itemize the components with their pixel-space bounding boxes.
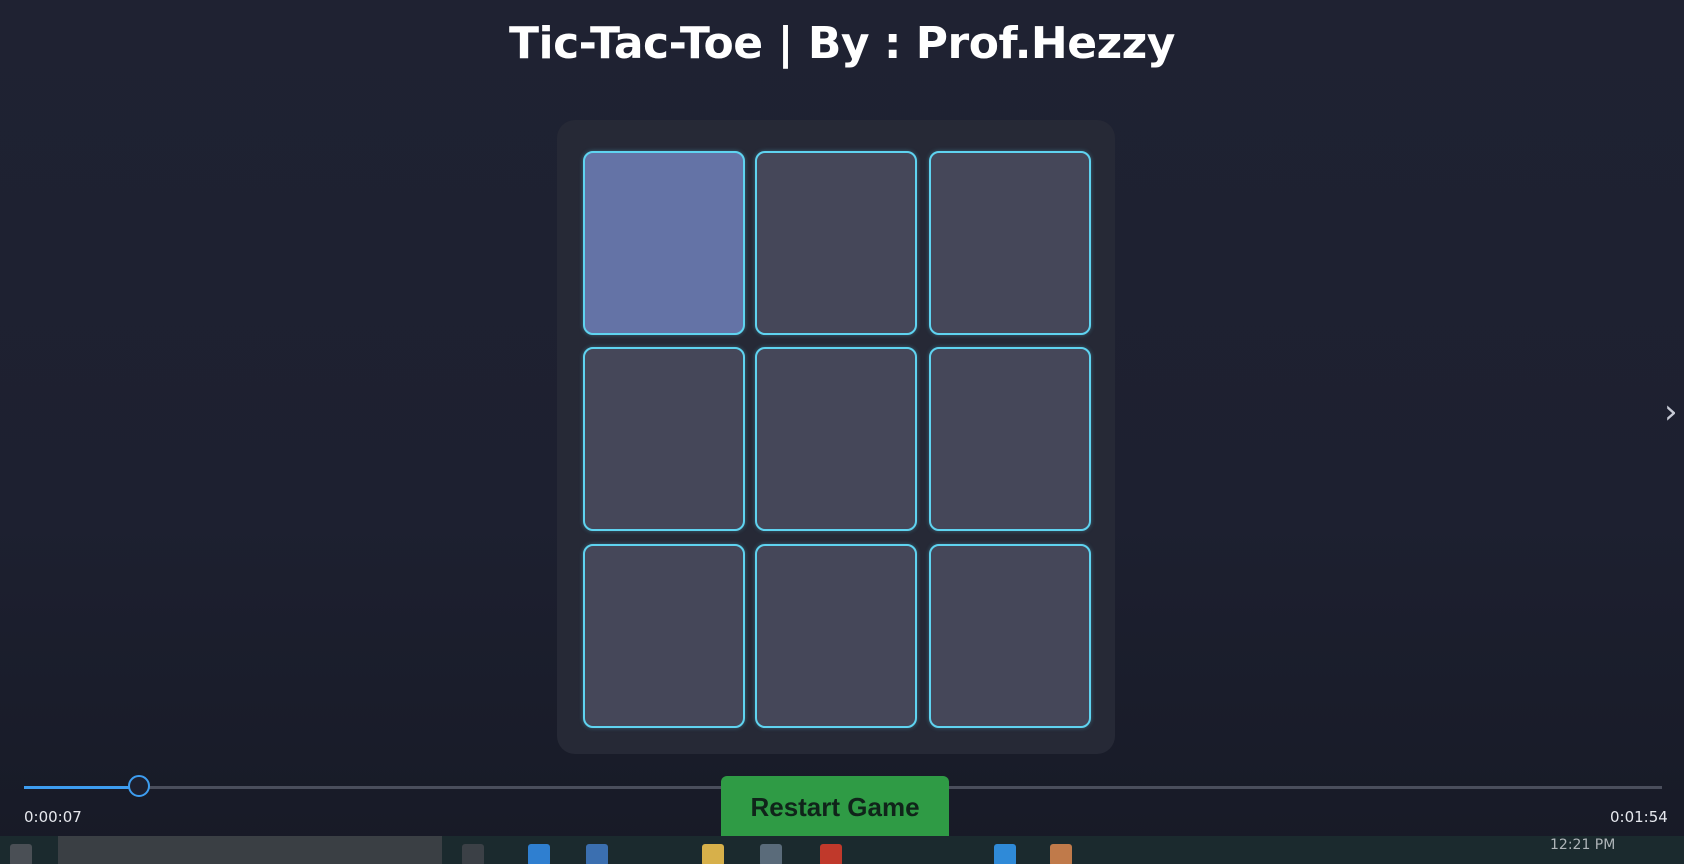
total-time: 0:01:54 [1610, 808, 1668, 826]
taskbar: 12:21 PM [0, 836, 1684, 864]
folder-icon[interactable] [702, 844, 724, 864]
board-cell-7[interactable] [583, 544, 745, 728]
seek-thumb[interactable] [127, 775, 150, 797]
taskbar-search-box[interactable] [58, 836, 442, 864]
board-cell-2[interactable] [755, 151, 917, 335]
chrome-icon[interactable] [820, 844, 842, 864]
board-cell-4[interactable] [583, 347, 745, 531]
seek-progress [24, 786, 139, 789]
board-cell-8[interactable] [755, 544, 917, 728]
windows-start-icon[interactable] [10, 844, 32, 864]
board-cell-9[interactable] [929, 544, 1091, 728]
game-screen: Tic-Tac-Toe | By : Prof.Hezzy › 0:00:07 … [0, 0, 1684, 864]
store-icon[interactable] [760, 844, 782, 864]
board-cell-3[interactable] [929, 151, 1091, 335]
restart-game-button[interactable]: Restart Game [721, 776, 949, 838]
game-board [557, 120, 1115, 754]
taskbar-clock: 12:21 PM [1550, 837, 1616, 853]
page-title: Tic-Tac-Toe | By : Prof.Hezzy [509, 18, 1175, 69]
chevron-right-icon[interactable]: › [1664, 392, 1678, 432]
mail-icon[interactable] [586, 844, 608, 864]
board-cell-5[interactable] [755, 347, 917, 531]
board-cell-6[interactable] [929, 347, 1091, 531]
edge-icon[interactable] [528, 844, 550, 864]
task-view-icon[interactable] [462, 844, 484, 864]
board-cell-1[interactable] [583, 151, 745, 335]
current-time: 0:00:07 [24, 808, 82, 826]
app-icon[interactable] [1050, 844, 1072, 864]
vscode-icon[interactable] [994, 844, 1016, 864]
